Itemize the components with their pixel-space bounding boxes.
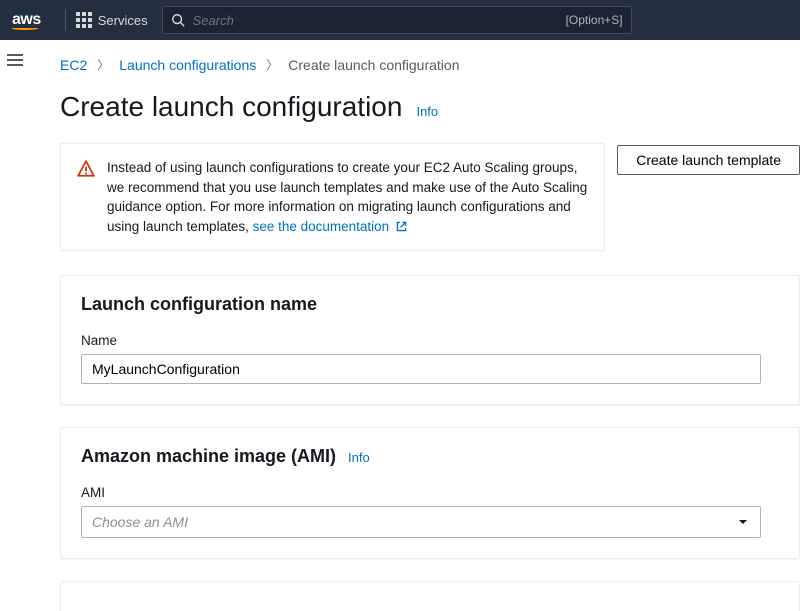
search-shortcut-hint: [Option+S] (566, 13, 623, 27)
warning-icon (77, 160, 95, 178)
search-icon (171, 13, 185, 27)
services-menu-button[interactable]: Services (76, 12, 148, 28)
ami-select[interactable]: Choose an AMI (81, 506, 761, 538)
breadcrumb-launch-configurations[interactable]: Launch configurations (119, 57, 256, 73)
page-title: Create launch configuration (60, 91, 402, 123)
panel-heading-name: Launch configuration name (81, 294, 317, 315)
grid-icon (76, 12, 92, 28)
hamburger-icon (7, 59, 23, 61)
name-label: Name (81, 333, 779, 348)
services-label: Services (98, 13, 148, 28)
aws-logo-text: aws (12, 11, 41, 28)
breadcrumb-ec2[interactable]: EC2 (60, 57, 87, 73)
launch-config-name-panel: Launch configuration name Name (60, 275, 800, 405)
documentation-link-text: see the documentation (253, 219, 390, 234)
search-input[interactable] (185, 13, 566, 28)
page-header: Create launch configuration Info (60, 91, 800, 123)
aws-logo[interactable]: aws (12, 11, 41, 30)
recommendation-alert: Instead of using launch configurations t… (60, 143, 605, 251)
ami-info-link[interactable]: Info (348, 450, 370, 465)
global-search[interactable]: [Option+S] (162, 6, 632, 34)
next-panel-truncated (60, 581, 800, 611)
ami-label: AMI (81, 485, 779, 500)
warning-row: Instead of using launch configurations t… (60, 143, 800, 251)
create-launch-template-button[interactable]: Create launch template (617, 145, 800, 175)
external-link-icon (395, 220, 408, 233)
main-content: EC2 〉 Launch configurations 〉 Create lau… (0, 40, 800, 611)
panel-heading-ami: Amazon machine image (AMI) (81, 446, 336, 467)
launch-config-name-input[interactable] (81, 354, 761, 384)
warning-text: Instead of using launch configurations t… (107, 158, 588, 236)
breadcrumb: EC2 〉 Launch configurations 〉 Create lau… (60, 56, 800, 73)
top-navigation: aws Services [Option+S] (0, 0, 800, 40)
page-info-link[interactable]: Info (416, 104, 438, 119)
ami-panel: Amazon machine image (AMI) Info AMI Choo… (60, 427, 800, 559)
chevron-right-icon: 〉 (97, 56, 109, 73)
nav-divider (65, 9, 66, 31)
side-panel-toggle[interactable] (0, 40, 30, 80)
chevron-right-icon: 〉 (266, 56, 278, 73)
breadcrumb-current: Create launch configuration (288, 57, 459, 73)
documentation-link[interactable]: see the documentation (253, 219, 408, 234)
ami-select-display: Choose an AMI (81, 506, 761, 538)
